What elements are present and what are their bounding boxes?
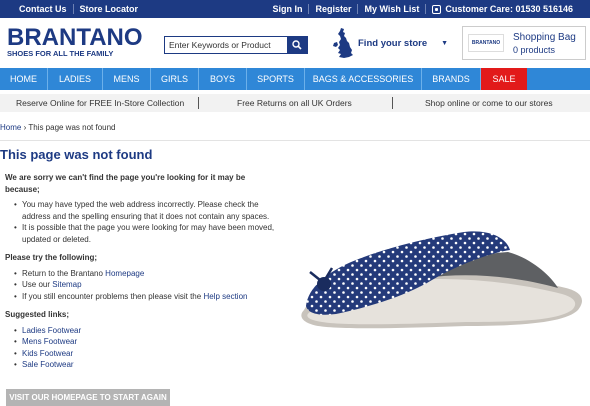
divider — [392, 97, 393, 109]
list-item: Return to the Brantano Homepage — [14, 268, 280, 280]
reasons-list: You may have typed the web address incor… — [14, 199, 280, 245]
find-store-label: Find your store — [358, 37, 428, 49]
list-item: Kids Footwear — [14, 348, 280, 360]
list-item: Sale Footwear — [14, 359, 280, 371]
suggested-heading: Suggested links; — [5, 310, 70, 319]
promo-reserve[interactable]: Reserve Online for FREE In-Store Collect… — [16, 98, 184, 108]
list-item: Ladies Footwear — [14, 325, 280, 337]
sale-footwear-link[interactable]: Sale Footwear — [22, 360, 74, 369]
divider — [357, 4, 359, 14]
try-text: Use our — [22, 280, 53, 289]
search-icon — [292, 40, 302, 50]
try-heading: Please try the following; — [5, 253, 98, 262]
sitemap-link[interactable]: Sitemap — [52, 280, 81, 289]
bag-title: Shopping Bag — [513, 32, 576, 43]
list-item: Mens Footwear — [14, 336, 280, 348]
brand-name: BRANTANO — [7, 24, 143, 51]
main-nav: HOME LADIES MENS GIRLS BOYS SPORTS BAGS … — [0, 68, 590, 90]
nav-brands[interactable]: BRANDS — [422, 68, 481, 90]
customer-care-text: Customer Care: 01530 516146 — [445, 4, 573, 14]
find-store-dropdown[interactable]: Find your store ▼ — [332, 27, 448, 59]
promo-returns[interactable]: Free Returns on all UK Orders — [237, 98, 352, 108]
list-item: You may have typed the web address incor… — [14, 199, 280, 222]
divider — [198, 97, 199, 109]
store-locator-link[interactable]: Store Locator — [80, 4, 139, 14]
nav-sports[interactable]: SPORTS — [247, 68, 305, 90]
brand-logo[interactable]: BRANTANO SHOES FOR ALL THE FAMILY — [7, 24, 143, 59]
suggested-list: Ladies Footwear Mens Footwear Kids Footw… — [14, 325, 280, 371]
nav-home[interactable]: HOME — [0, 68, 48, 90]
breadcrumb: Home › This page was not found — [0, 123, 116, 132]
help-section-link[interactable]: Help section — [203, 292, 247, 301]
nav-mens[interactable]: MENS — [103, 68, 151, 90]
phone-icon — [432, 4, 442, 14]
nav-ladies[interactable]: LADIES — [48, 68, 103, 90]
try-text: If you still encounter problems then ple… — [22, 291, 204, 301]
shopping-bag[interactable]: BRANTANO Shopping Bag 0 products — [462, 26, 586, 60]
nav-boys[interactable]: BOYS — [199, 68, 247, 90]
visit-homepage-button[interactable]: VISIT OUR HOMEPAGE TO START AGAIN — [6, 389, 170, 406]
wishlist-link[interactable]: My Wish List — [364, 4, 419, 14]
intro-text: We are sorry we can't find the page you'… — [5, 173, 246, 194]
breadcrumb-separator: › — [23, 123, 27, 132]
homepage-link[interactable]: Homepage — [105, 269, 144, 278]
register-link[interactable]: Register — [315, 4, 351, 14]
not-found-content: We are sorry we can't find the page you'… — [5, 172, 280, 375]
slipper-image — [301, 231, 582, 329]
top-bar: Contact Us Store Locator Sign In Registe… — [0, 0, 590, 18]
contact-us-link[interactable]: Contact Us — [19, 4, 67, 14]
mens-footwear-link[interactable]: Mens Footwear — [22, 337, 77, 346]
search-button[interactable] — [287, 37, 307, 53]
divider — [0, 140, 590, 141]
ladies-footwear-link[interactable]: Ladies Footwear — [22, 326, 81, 335]
bag-count: 0 products — [513, 45, 556, 55]
uk-map-icon — [333, 28, 353, 58]
bag-logo: BRANTANO — [468, 34, 504, 52]
breadcrumb-home[interactable]: Home — [0, 123, 21, 132]
breadcrumb-current: This page was not found — [28, 123, 116, 132]
page-title: This page was not found — [0, 147, 153, 162]
nav-girls[interactable]: GIRLS — [151, 68, 199, 90]
kids-footwear-link[interactable]: Kids Footwear — [22, 349, 73, 358]
search-box — [164, 36, 308, 54]
list-item: Use our Sitemap — [14, 279, 280, 291]
try-list: Return to the Brantano Homepage Use our … — [14, 268, 280, 303]
nav-bags-accessories[interactable]: BAGS & ACCESSORIES — [305, 68, 422, 90]
list-item: It is possible that the page you were lo… — [14, 222, 280, 245]
divider — [425, 4, 427, 14]
nav-sale[interactable]: SALE — [481, 68, 527, 90]
promo-bar: Reserve Online for FREE In-Store Collect… — [0, 94, 590, 112]
chevron-down-icon: ▼ — [441, 39, 449, 47]
list-item: If you still encounter problems then ple… — [14, 291, 280, 303]
sign-in-link[interactable]: Sign In — [272, 4, 302, 14]
promo-stores[interactable]: Shop online or come to our stores — [425, 98, 553, 108]
divider — [308, 4, 310, 14]
divider — [72, 4, 74, 14]
try-text: Return to the Brantano — [22, 268, 106, 278]
search-input[interactable] — [165, 37, 287, 53]
